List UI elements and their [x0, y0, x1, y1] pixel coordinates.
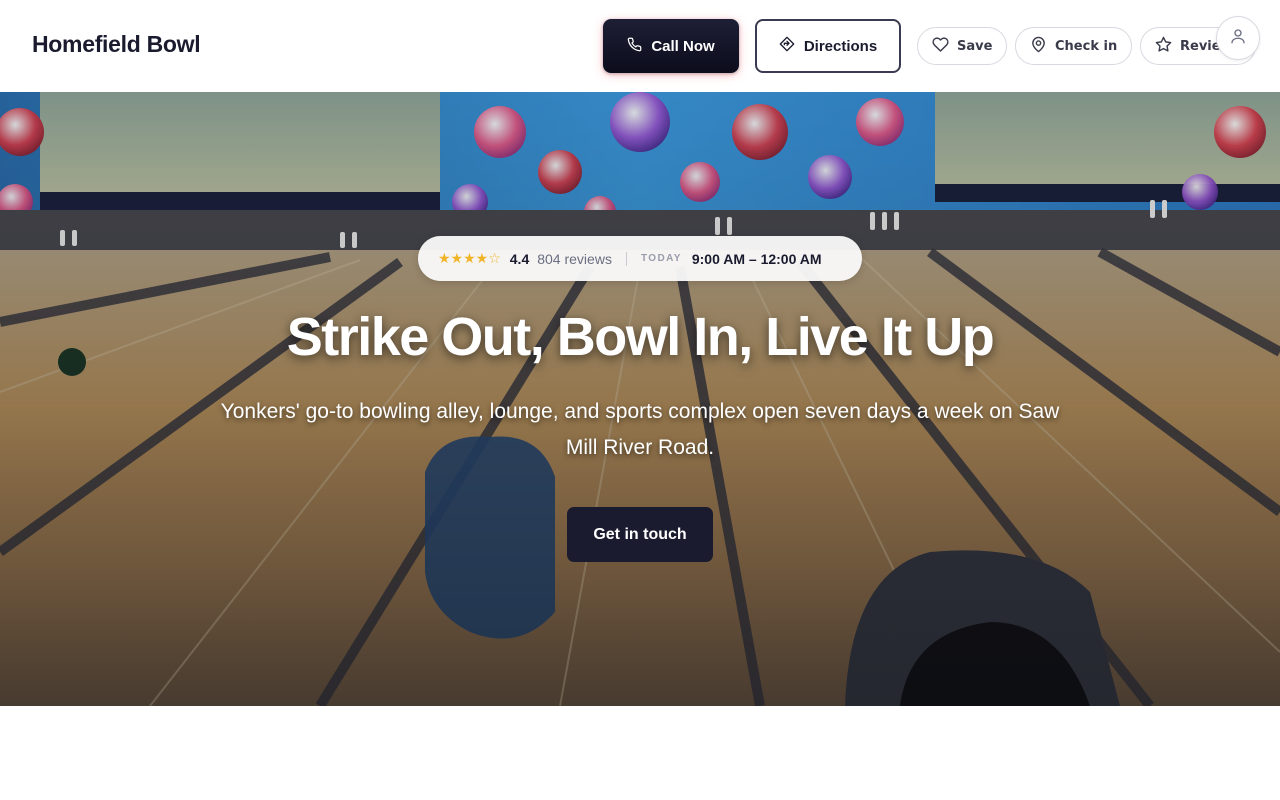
directions-label: Directions [803, 37, 878, 55]
hero-subtitle: Yonkers' go-to bowling alley, lounge, an… [220, 400, 1060, 459]
user-account-button[interactable] [1216, 16, 1260, 60]
star-icon [1155, 36, 1172, 57]
check-in-label: Check in [1055, 38, 1118, 54]
check-in-button[interactable]: Check in [1015, 27, 1132, 65]
heart-icon [932, 36, 949, 57]
get-in-touch-button[interactable]: Get in touch [567, 507, 713, 562]
call-now-button[interactable]: Call Now [603, 19, 739, 73]
rating-stars: ★★★★☆ [438, 250, 501, 266]
map-pin-icon [1030, 36, 1047, 57]
hero-title: Strike Out, Bowl In, Live It Up [286, 307, 995, 367]
directions-button[interactable]: Directions [755, 19, 901, 73]
review-count[interactable]: 804 reviews [537, 251, 612, 267]
site-header: Homefield Bowl Call Now Directions Save … [0, 0, 1280, 92]
call-now-label: Call Now [651, 37, 715, 55]
directions-icon [779, 36, 795, 56]
phone-icon [627, 37, 642, 56]
save-button[interactable]: Save [917, 27, 1007, 65]
opening-hours: 9:00 AM – 12:00 AM [691, 250, 822, 267]
hero-section: ★★★★☆ 4.4 804 reviews TODAY 9:00 AM – 12… [0, 92, 1280, 706]
today-label: TODAY [640, 253, 682, 264]
save-label: Save [957, 38, 993, 54]
badge-divider [625, 251, 627, 266]
rating-value: 4.4 [509, 250, 530, 267]
rating-hours-badge: ★★★★☆ 4.4 804 reviews TODAY 9:00 AM – 12… [418, 236, 862, 281]
brand-name[interactable]: Homefield Bowl [32, 31, 201, 58]
user-icon [1229, 27, 1247, 50]
